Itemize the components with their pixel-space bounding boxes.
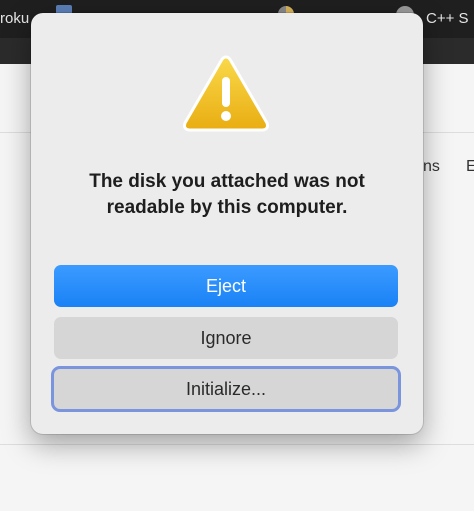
warning-icon [183,55,269,132]
divider [0,444,474,445]
background-tab-right[interactable]: C++ S [426,10,469,27]
background-label: ns [423,158,440,175]
alert-message: The disk you attached was not readable b… [31,169,423,221]
ignore-button[interactable]: Ignore [54,317,398,359]
eject-button[interactable]: Eject [54,265,398,307]
background-label: E [466,158,474,175]
disk-alert-dialog: The disk you attached was not readable b… [31,13,423,434]
background-tab-left[interactable]: roku [0,10,29,27]
alert-message-line: readable by this computer. [106,197,348,218]
alert-message-line: The disk you attached was not [89,171,365,192]
initialize-button[interactable]: Initialize... [51,366,401,412]
